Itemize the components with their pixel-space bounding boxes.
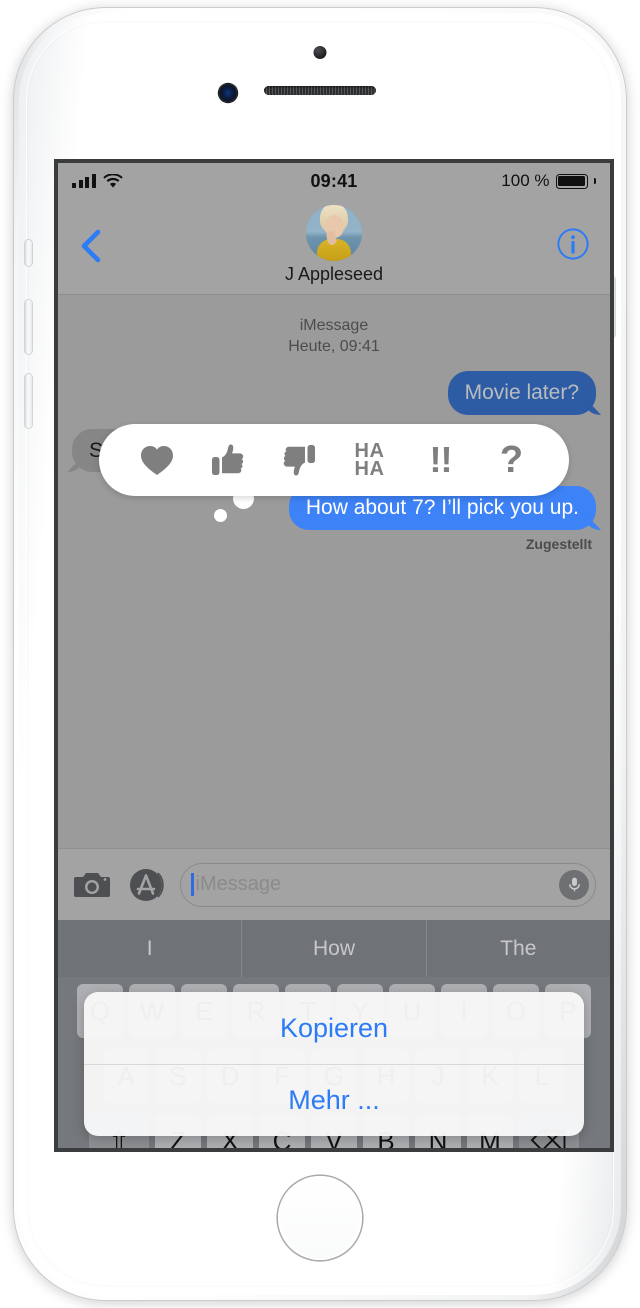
double-exclamation-icon: !! (429, 439, 453, 480)
app-store-icon (130, 868, 164, 901)
tapback-menu[interactable]: HA HA !! ? (99, 424, 569, 496)
haha-line-2: HA (354, 458, 385, 480)
thumbs-up-icon (211, 444, 243, 476)
chevron-left-icon (81, 229, 101, 263)
volume-up-button[interactable] (25, 300, 32, 354)
phone-screen: 09:41 100 % J Appleseed iMessage Heute, … (58, 163, 610, 1148)
iphone-device-frame: 09:41 100 % J Appleseed iMessage Heute, … (14, 8, 626, 1300)
onscreen-keyboard: Q W E R T Y U I O P A S D F G H (58, 977, 610, 1148)
timestamp-label: Heute, 09:41 (288, 338, 380, 356)
battery-cap (593, 178, 596, 184)
front-camera-icon (219, 84, 237, 102)
message-placeholder: iMessage (195, 873, 282, 895)
status-bar: 09:41 100 % (58, 163, 610, 199)
suggestion-1[interactable]: I (58, 920, 241, 977)
battery-full-icon (555, 173, 588, 189)
more-menu-item[interactable]: Mehr ... (84, 1064, 584, 1136)
question-mark-icon: ? (499, 439, 524, 481)
tapback-exclamation-button[interactable]: !! (415, 434, 467, 486)
thread-meta: iMessage Heute, 09:41 (72, 315, 596, 357)
tapback-thumbs-up-button[interactable] (202, 434, 254, 486)
message-thread: iMessage Heute, 09:41 Movie later? Sure … (58, 295, 610, 848)
volume-down-button[interactable] (25, 374, 32, 428)
tapback-thumbs-down-button[interactable] (273, 434, 325, 486)
info-circle-icon (557, 228, 589, 260)
message-input-toolbar: iMessage (58, 848, 610, 920)
dictation-button[interactable] (559, 869, 589, 900)
delivery-status: Zugestellt (525, 536, 592, 553)
service-label: iMessage (299, 317, 369, 334)
message-input-field[interactable]: iMessage (180, 862, 596, 907)
app-store-button[interactable] (126, 865, 166, 905)
message-bubble-outgoing[interactable]: Movie later? (447, 371, 596, 415)
context-action-sheet: Kopieren Mehr ... (84, 992, 584, 1136)
copy-menu-item[interactable]: Kopieren (84, 992, 584, 1064)
suggestion-2[interactable]: How (241, 920, 425, 977)
info-button[interactable] (556, 227, 590, 261)
text-cursor (191, 873, 194, 896)
conversation-navigation-bar: J Appleseed (58, 199, 610, 295)
earpiece-speaker (264, 86, 376, 95)
tapback-heart-button[interactable] (131, 434, 183, 486)
tapback-tail-dot-small (214, 509, 227, 522)
tapback-question-button[interactable]: ? (486, 434, 538, 486)
suggestion-3[interactable]: The (425, 920, 610, 977)
microphone-icon (568, 877, 580, 892)
home-button[interactable] (278, 1176, 362, 1260)
contact-header[interactable]: J Appleseed (285, 205, 383, 285)
proximity-sensor (313, 46, 327, 59)
camera-icon (74, 872, 110, 897)
battery-percent-label: 100 % (501, 171, 550, 190)
tapback-haha-button[interactable]: HA HA (344, 434, 396, 486)
heart-icon (140, 445, 173, 475)
predictive-text-bar: I How The (58, 920, 610, 977)
thumbs-down-icon (283, 444, 315, 476)
message-row: Movie later? (72, 371, 596, 415)
status-right: 100 % (501, 171, 596, 191)
contact-name: J Appleseed (284, 264, 384, 284)
mute-switch[interactable] (25, 240, 32, 266)
avatar[interactable] (305, 205, 362, 261)
screenshot-stage: 09:41 100 % J Appleseed iMessage Heute, … (0, 0, 640, 1308)
back-button[interactable] (76, 229, 106, 263)
camera-button[interactable] (72, 865, 112, 905)
haha-text-icon: HA HA (354, 440, 385, 480)
